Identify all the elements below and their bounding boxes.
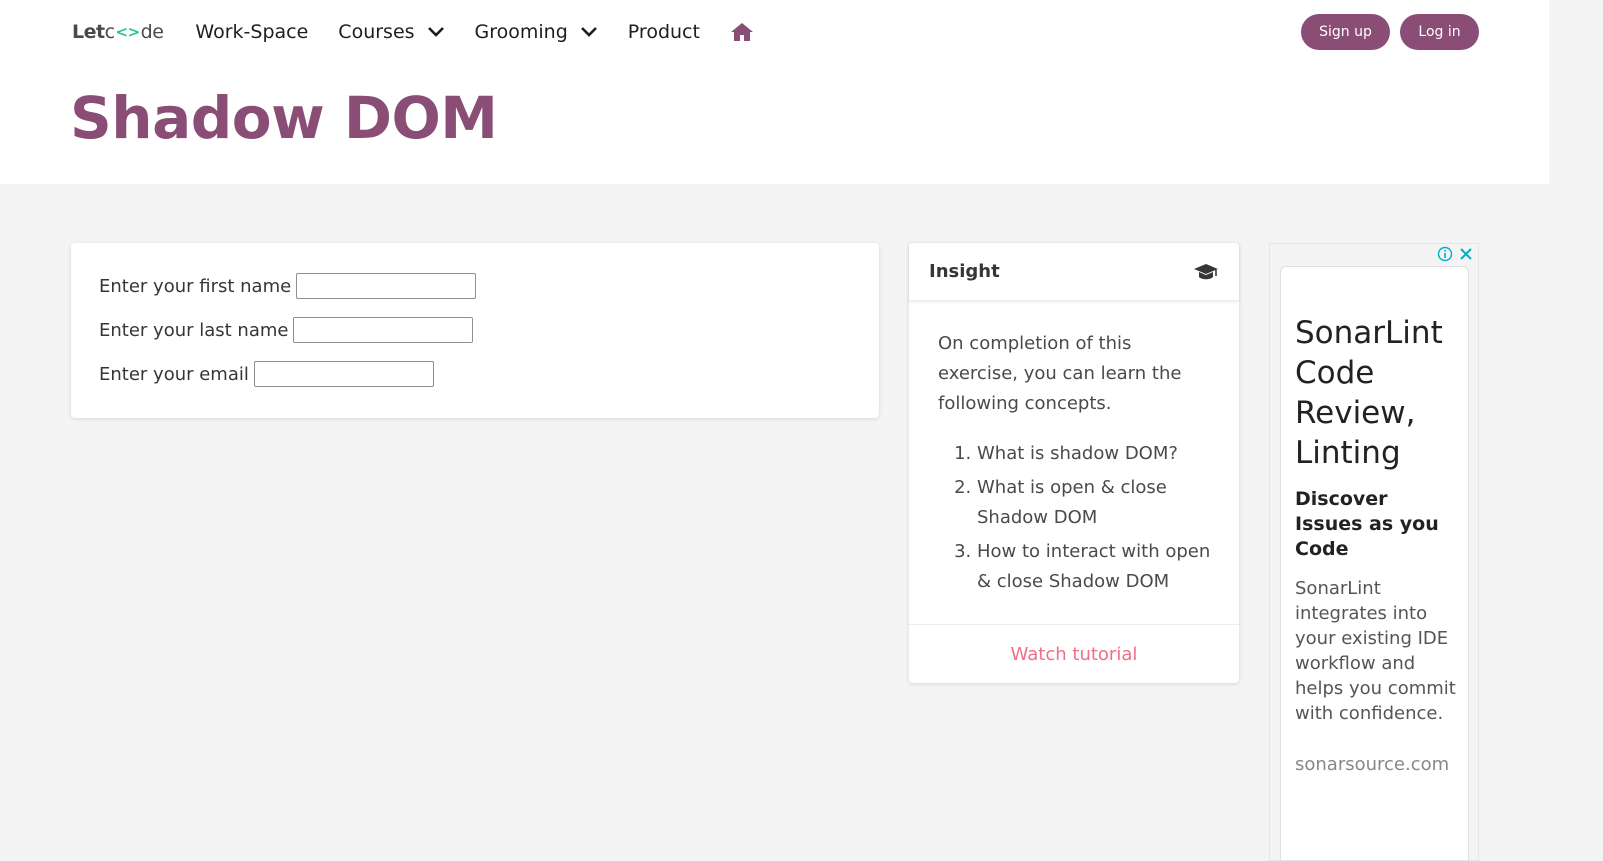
email-label: Enter your email [99, 363, 249, 385]
nav-menu: Let c <> de Work-Space Courses Grooming Pro… [72, 14, 754, 50]
site-logo[interactable]: Let c <> de [72, 21, 164, 43]
ad-content[interactable]: SonarLint Code Review, Linting Discover … [1280, 266, 1469, 860]
shadow-dom-form-card: Enter your first name Enter your last na… [71, 243, 879, 418]
chevron-down-icon [580, 27, 597, 37]
ad-url[interactable]: sonarsource.com [1295, 754, 1458, 775]
signup-button[interactable]: Sign up [1301, 14, 1390, 50]
email-row: Enter your email [99, 361, 434, 387]
advertisement[interactable]: SonarLint Code Review, Linting Discover … [1269, 243, 1479, 861]
logo-c: c [104, 21, 115, 43]
insight-concept-list: What is shadow DOM? What is open & close… [938, 439, 1217, 597]
insight-intro: On completion of this exercise, you can … [938, 333, 1182, 414]
last-name-row: Enter your last name [99, 317, 474, 343]
home-icon[interactable] [730, 21, 754, 43]
insight-header: Insight [909, 243, 1239, 301]
page-title: Shadow DOM [70, 84, 498, 152]
last-name-label: Enter your last name [99, 319, 289, 341]
list-item: What is open & close Shadow DOM [977, 473, 1217, 533]
insight-title: Insight [929, 261, 1000, 282]
list-item: How to interact with open & close Shadow… [977, 537, 1217, 597]
top-navbar: Let c <> de Work-Space Courses Grooming Pro… [0, 0, 1549, 184]
login-button[interactable]: Log in [1400, 14, 1479, 50]
ad-controls [1437, 246, 1474, 262]
nav-item-workspace[interactable]: Work-Space [195, 21, 308, 43]
nav-item-courses[interactable]: Courses [338, 21, 444, 43]
graduation-cap-icon [1194, 263, 1218, 279]
email-input[interactable] [253, 361, 434, 387]
insight-card: Insight On completion of this exercise, … [909, 243, 1239, 683]
ad-body-text[interactable]: SonarLint integrates into your existing … [1295, 576, 1458, 726]
first-name-label: Enter your first name [99, 275, 292, 297]
close-icon[interactable] [1458, 246, 1474, 262]
ad-headline[interactable]: SonarLint Code Review, Linting [1295, 313, 1458, 473]
first-name-row: Enter your first name [99, 273, 477, 299]
last-name-input[interactable] [293, 317, 474, 343]
nav-item-grooming[interactable]: Grooming [475, 21, 598, 43]
nav-item-product[interactable]: Product [628, 21, 700, 43]
first-name-input[interactable] [296, 273, 477, 299]
chevron-down-icon [427, 27, 444, 37]
code-brackets-icon: <> [115, 23, 141, 41]
watch-tutorial-link[interactable]: Watch tutorial [909, 624, 1239, 683]
ad-info-icon[interactable] [1437, 246, 1453, 262]
ad-subhead[interactable]: Discover Issues as you Code [1295, 487, 1458, 562]
insight-body: On completion of this exercise, you can … [909, 301, 1239, 624]
list-item: What is shadow DOM? [977, 439, 1217, 469]
